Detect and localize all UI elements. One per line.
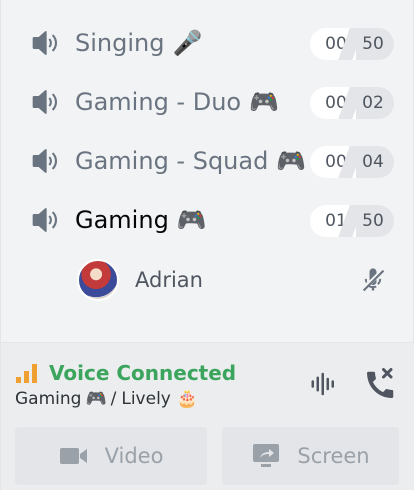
voice-channel-panel: Singing 🎤 00 50 Gaming - Duo 🎮 00 02 Gam… bbox=[0, 0, 414, 490]
screen-share-icon bbox=[253, 444, 280, 467]
avatar bbox=[77, 259, 119, 301]
voice-channel-singing[interactable]: Singing 🎤 00 50 bbox=[21, 18, 399, 68]
connected-server-name: Lively bbox=[121, 389, 171, 409]
channel-name-text: Singing bbox=[75, 29, 165, 57]
video-button-label: Video bbox=[104, 444, 164, 468]
voice-connected-label[interactable]: Voice Connected bbox=[49, 361, 236, 385]
game-controller-emoji: 🎮 bbox=[276, 147, 307, 175]
signal-strength-icon[interactable] bbox=[15, 362, 39, 384]
speaker-icon bbox=[32, 90, 58, 114]
channel-name-text: Gaming bbox=[75, 206, 169, 234]
screen-button-label: Screen bbox=[297, 444, 370, 468]
game-controller-emoji: 🎮 bbox=[176, 206, 207, 234]
channel-name-text: Gaming - Duo bbox=[75, 88, 242, 116]
speaker-icon bbox=[32, 208, 58, 232]
game-controller-emoji: 🎮 bbox=[85, 389, 107, 409]
mic-muted-icon bbox=[362, 268, 385, 292]
microphone-emoji: 🎤 bbox=[172, 29, 203, 57]
camera-icon bbox=[59, 448, 87, 464]
voice-channel-gaming-duo[interactable]: Gaming - Duo 🎮 00 02 bbox=[21, 77, 399, 127]
disconnect-icon[interactable] bbox=[361, 365, 397, 401]
speaker-icon bbox=[32, 31, 58, 55]
voice-channel-gaming-squad[interactable]: Gaming - Squad 🎮 00 04 bbox=[21, 136, 399, 186]
voice-user-row[interactable]: Adrian bbox=[77, 258, 399, 302]
voice-channel-gaming[interactable]: Gaming 🎮 01 50 bbox=[21, 195, 399, 245]
screen-share-button[interactable]: Screen bbox=[222, 427, 399, 485]
user-limit-badge: 00 50 bbox=[310, 28, 394, 60]
channel-name-text: Gaming - Squad bbox=[75, 147, 269, 175]
user-limit-badge: 01 50 bbox=[310, 205, 394, 237]
voice-status-panel: Voice Connected Gaming 🎮 / Lively 🎂 Vide… bbox=[1, 342, 414, 490]
noise-suppression-icon[interactable] bbox=[309, 369, 339, 399]
voice-channel-info[interactable]: Gaming 🎮 / Lively 🎂 bbox=[15, 389, 202, 409]
separator: / bbox=[110, 389, 117, 409]
voice-user-name: Adrian bbox=[135, 268, 203, 292]
speaker-icon bbox=[32, 149, 58, 173]
cake-emoji: 🎂 bbox=[176, 389, 199, 409]
game-controller-emoji: 🎮 bbox=[249, 88, 279, 116]
user-limit-badge: 00 02 bbox=[310, 87, 394, 119]
video-button[interactable]: Video bbox=[15, 427, 207, 485]
user-limit-badge: 00 04 bbox=[310, 146, 394, 178]
connected-channel-name: Gaming bbox=[15, 389, 82, 409]
voice-connected-header: Voice Connected bbox=[15, 361, 236, 385]
